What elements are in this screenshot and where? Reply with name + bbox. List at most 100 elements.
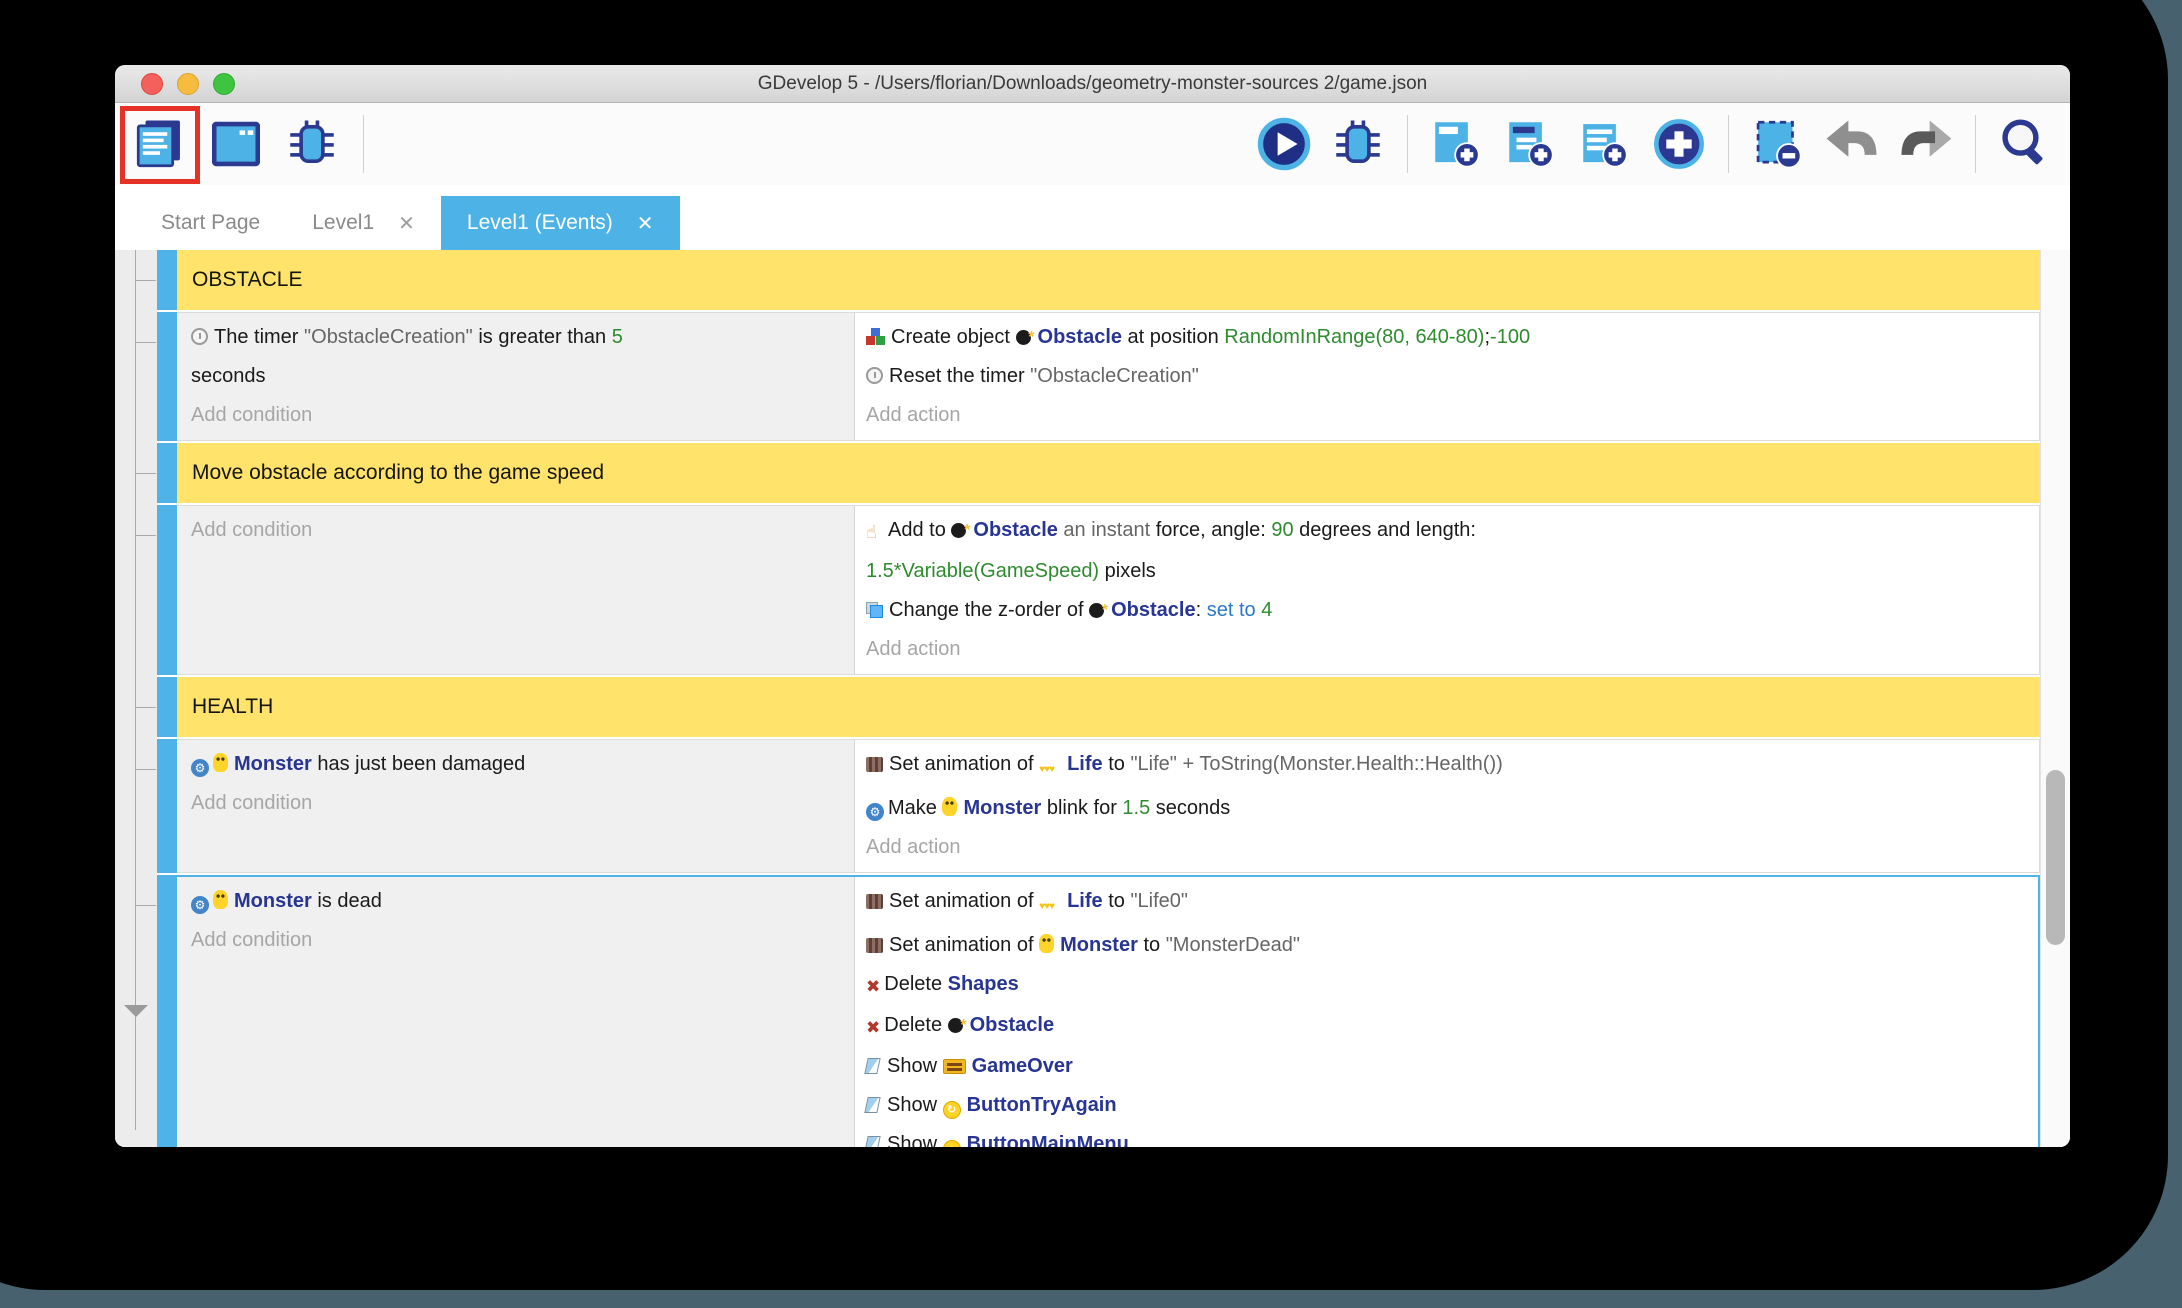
text-segment: to (1102, 890, 1131, 912)
scene-editor-icon[interactable] (205, 113, 267, 175)
action-line[interactable]: Show ⌂ ButtonMainMenu (864, 1125, 2028, 1147)
condition-line[interactable]: The timer "ObstacleCreation" is greater … (191, 318, 844, 396)
tab-start-page[interactable]: Start Page (135, 196, 286, 250)
undo-icon[interactable] (1821, 113, 1883, 175)
monster-icon (213, 753, 228, 772)
toolbar-right-group (1253, 113, 2056, 175)
action-line[interactable]: ⚙ Make Monster blink for 1.5 seconds (866, 789, 2029, 828)
action-line[interactable]: Show ↻ ButtonTryAgain (864, 1086, 2028, 1125)
event-group-header[interactable]: OBSTACLE (177, 250, 2040, 310)
animation-icon (866, 938, 883, 953)
redo-icon[interactable] (1895, 113, 1957, 175)
tab-bar: Start Page Level1 ✕ Level1 (Events) ✕ (115, 185, 2070, 250)
tree-tick (135, 769, 156, 770)
conditions-column: ⚙ Monster has just been damaged Add condit… (177, 740, 855, 872)
text-segment: ButtonTryAgain (966, 1094, 1117, 1116)
add-action-button[interactable]: Add action (866, 630, 2029, 669)
event-body: Add condition ☝ Add to Obstacle an instant… (177, 505, 2040, 675)
tree-tick (135, 535, 156, 536)
search-icon[interactable] (1994, 113, 2056, 175)
event-drag-bar[interactable] (157, 443, 177, 503)
text-segment: 1.5*Variable(GameSpeed) (866, 560, 1100, 582)
text-segment: blink for (1041, 797, 1123, 819)
behavior-gear-icon: ⚙ (191, 896, 209, 914)
text-segment: is greater than (472, 326, 612, 348)
text-segment: Shapes (947, 973, 1019, 995)
events-editor-icon[interactable] (120, 106, 200, 184)
remove-event-icon[interactable] (1747, 113, 1809, 175)
conditions-column: ⚙ Monster is dead Add condition (177, 877, 855, 1147)
zoom-window-button[interactable] (213, 73, 235, 95)
monster-icon (942, 797, 958, 816)
tab-level1[interactable]: Level1 ✕ (286, 196, 441, 250)
event-group-header[interactable]: Move obstacle according to the game spee… (177, 443, 2040, 503)
text-segment: Delete (884, 973, 948, 995)
add-condition-button[interactable]: Add condition (191, 396, 844, 435)
play-icon[interactable] (1253, 113, 1315, 175)
fold-arrow-icon[interactable] (124, 1005, 148, 1017)
add-new-icon[interactable] (1648, 113, 1710, 175)
event-group-header[interactable]: HEALTH (177, 677, 2040, 737)
event-drag-bar[interactable] (157, 677, 177, 737)
action-line[interactable]: ✖Delete Obstacle (866, 1006, 2028, 1047)
tree-line (135, 250, 136, 1130)
action-line[interactable]: ☝ Add to Obstacle an instant force, angle… (866, 511, 2029, 591)
text-segment: Monster (234, 753, 312, 775)
tryagain-button-icon: ↻ (942, 1101, 961, 1119)
tab-close-icon[interactable]: ✕ (637, 211, 654, 236)
condition-line[interactable]: ⚙ Monster is dead (191, 882, 844, 921)
action-line[interactable]: ✖ Delete Shapes (866, 965, 2028, 1006)
text-segment: 1.5 (1122, 797, 1151, 819)
event-group: OBSTACLE (157, 250, 2040, 310)
event-drag-bar[interactable] (157, 875, 177, 1147)
tab-close-icon[interactable]: ✕ (398, 211, 415, 236)
action-line[interactable]: Reset the timer "ObstacleCreation" (866, 357, 2029, 396)
tab-level1-events-[interactable]: Level1 (Events) ✕ (440, 196, 680, 250)
text-segment: to (1102, 753, 1131, 775)
actions-column: ☝ Add to Obstacle an instant force, angle… (855, 506, 2039, 674)
event-drag-bar[interactable] (157, 505, 177, 675)
tab-label: Start Page (161, 211, 261, 234)
title-bar[interactable]: GDevelop 5 - /Users/florian/Downloads/ge… (115, 65, 2070, 103)
text-segment: Show (887, 1055, 943, 1077)
bomb-icon (951, 511, 970, 550)
text-segment: "ObstacleCreation" (1030, 365, 1199, 387)
text-segment: 5 (611, 326, 623, 348)
text-segment: RandomInRange(80, 640-80) (1224, 326, 1485, 348)
add-condition-button[interactable]: Add condition (191, 784, 844, 823)
action-line[interactable]: Change the z-order of Obstacle: set to 4 (866, 591, 2029, 630)
action-line[interactable]: Show GameOver (864, 1047, 2028, 1086)
tree-tick (135, 905, 156, 906)
tree-tick (135, 342, 156, 343)
action-line[interactable]: Set animation of ♥♥♥ Life to "Life0" (866, 882, 2028, 926)
add-subevent-icon[interactable] (1500, 113, 1562, 175)
minimize-window-button[interactable] (177, 73, 199, 95)
text-segment: Reset the timer (889, 365, 1031, 387)
action-line[interactable]: Create object Obstacle at position Rando… (866, 318, 2029, 357)
add-event-icon[interactable] (1426, 113, 1488, 175)
scrollbar-thumb[interactable] (2046, 770, 2065, 945)
action-line[interactable]: Set animation of Monster to "MonsterDead… (866, 926, 2028, 965)
debugger-icon[interactable] (281, 113, 343, 175)
condition-line[interactable]: ⚙ Monster has just been damaged (191, 745, 844, 784)
force-hand-icon: ☝ (866, 522, 877, 542)
vertical-scrollbar[interactable] (2040, 250, 2070, 1147)
monster-icon (213, 890, 228, 909)
event-drag-bar[interactable] (157, 739, 177, 873)
main-toolbar (115, 103, 2070, 185)
event-drag-bar[interactable] (157, 250, 177, 310)
close-window-button[interactable] (141, 73, 163, 95)
add-condition-button[interactable]: Add condition (191, 921, 844, 960)
add-comment-icon[interactable] (1574, 113, 1636, 175)
action-line[interactable]: Set animation of ♥♥♥ Life to "Life" + ToS… (866, 745, 2029, 789)
text-segment: Monster (234, 890, 312, 912)
create-object-icon (866, 328, 885, 345)
event-drag-bar[interactable] (157, 312, 177, 441)
add-action-button[interactable]: Add action (866, 828, 2029, 867)
show-eye-icon (864, 1097, 881, 1113)
text-segment: Add to (888, 519, 952, 541)
debugger-icon[interactable] (1327, 113, 1389, 175)
event-body: The timer "ObstacleCreation" is greater … (177, 312, 2040, 441)
add-condition-button[interactable]: Add condition (191, 511, 844, 550)
add-action-button[interactable]: Add action (866, 396, 2029, 435)
